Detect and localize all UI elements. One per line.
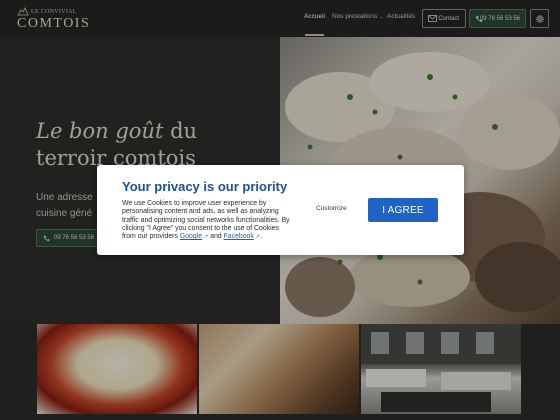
cookie-body-period: .: [259, 233, 262, 241]
customize-button[interactable]: Customize: [316, 205, 347, 212]
agree-button-label: I AGREE: [382, 204, 424, 216]
google-link[interactable]: Google: [180, 233, 202, 240]
cookie-dialog-title: Your privacy is our priority: [122, 179, 288, 194]
cookie-consent-dialog: Your privacy is our priority We use Cook…: [97, 165, 464, 255]
cookie-dialog-body: We use Cookies to improve user experienc…: [122, 200, 292, 241]
facebook-link[interactable]: Facebook: [224, 233, 254, 240]
cookie-body-and: and: [210, 233, 222, 241]
external-link-icon: ↗: [202, 234, 209, 241]
agree-button[interactable]: I AGREE: [368, 198, 438, 222]
